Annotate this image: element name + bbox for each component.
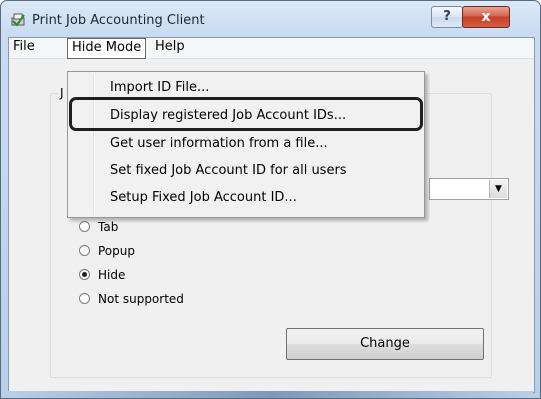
close-button[interactable]: x: [462, 6, 510, 28]
hide-mode-dropdown-menu: Import ID File... Display registered Job…: [67, 71, 425, 218]
mode-dropdown[interactable]: ▼: [429, 178, 509, 200]
radio-label-popup: Popup: [98, 244, 135, 258]
menu-file[interactable]: File: [9, 38, 39, 56]
dropdown-arrow-icon[interactable]: ▼: [489, 180, 507, 198]
help-button[interactable]: ?: [431, 6, 463, 28]
radio-label-not-supported: Not supported: [98, 292, 184, 306]
radio-label-tab: Tab: [98, 220, 119, 234]
radio-hide[interactable]: Hide: [79, 267, 125, 283]
radio-circle-icon: [79, 293, 90, 304]
printer-check-icon: [11, 13, 25, 27]
menu-gutter: [93, 74, 95, 215]
menu-item-get-user-info[interactable]: Get user information from a file...: [110, 132, 328, 156]
window-title: Print Job Accounting Client: [32, 13, 205, 28]
group-box-label: J: [58, 86, 66, 100]
menu-item-setup-fixed-id[interactable]: Setup Fixed Job Account ID...: [110, 186, 297, 210]
menu-hide-mode[interactable]: Hide Mode: [67, 38, 147, 59]
change-button[interactable]: Change: [286, 328, 484, 360]
radio-label-hide: Hide: [98, 268, 126, 282]
radio-circle-icon: [79, 245, 90, 256]
menu-item-set-fixed-id-all-users[interactable]: Set fixed Job Account ID for all users: [110, 159, 347, 183]
radio-tab[interactable]: Tab: [79, 219, 118, 235]
radio-circle-icon: [79, 221, 90, 232]
title-bar[interactable]: Print Job Accounting Client ? x: [1, 1, 540, 37]
menu-bar: File Hide Mode Help: [9, 38, 534, 59]
radio-not-supported[interactable]: Not supported: [79, 291, 184, 307]
highlight-callout: [69, 97, 423, 131]
menu-help[interactable]: Help: [151, 38, 189, 56]
radio-selected-icon: [79, 269, 90, 280]
radio-popup[interactable]: Popup: [79, 243, 135, 259]
window-bottom-frame: [8, 391, 533, 398]
